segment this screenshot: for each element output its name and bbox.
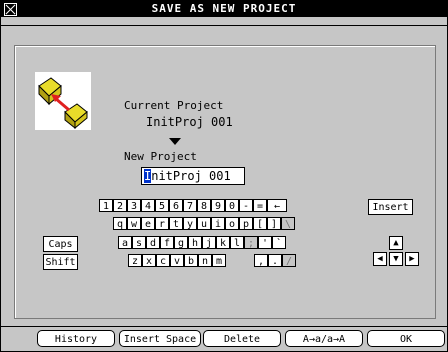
triangle-down-icon (169, 138, 181, 145)
key-row3-1[interactable]: s (132, 236, 146, 249)
save-dialog: SAVE AS NEW PROJECT Current Project Init… (0, 0, 448, 352)
key-row3-7[interactable]: k (216, 236, 230, 249)
key-row4-0[interactable]: z (128, 254, 142, 267)
key-row4-9: / (282, 254, 296, 267)
save-project-icon (35, 72, 91, 130)
new-project-name-field[interactable]: InitProj 001 (141, 167, 245, 185)
key-row1-5[interactable]: 6 (169, 199, 183, 212)
key-row4-1[interactable]: x (142, 254, 156, 267)
key-row1-4[interactable]: 5 (155, 199, 169, 212)
key-row4-2[interactable]: c (156, 254, 170, 267)
key-row1-8[interactable]: 9 (211, 199, 225, 212)
current-project-name: InitProj 001 (146, 115, 233, 129)
key-row2-8[interactable]: o (225, 217, 239, 230)
key-row1-10[interactable]: - (239, 199, 253, 212)
key-row3-10[interactable]: ' (258, 236, 272, 249)
key-row1-6[interactable]: 7 (183, 199, 197, 212)
insert-key[interactable]: Insert (368, 199, 413, 215)
key-row2-2[interactable]: e (141, 217, 155, 230)
caps-key[interactable]: Caps (43, 236, 78, 252)
key-row2-0[interactable]: q (113, 217, 127, 230)
key-row3-9: ; (244, 236, 258, 249)
new-project-label: New Project (124, 150, 197, 163)
key-row4-5[interactable]: n (198, 254, 212, 267)
key-row3-5[interactable]: h (188, 236, 202, 249)
case-toggle-button[interactable]: A→a/a→A (285, 330, 363, 347)
key-row2-4[interactable]: t (169, 217, 183, 230)
key-row3-3[interactable]: f (160, 236, 174, 249)
key-row3-6[interactable]: j (202, 236, 216, 249)
key-row4-4[interactable]: b (184, 254, 198, 267)
key-row2-12: \ (281, 217, 295, 230)
key-row1-11[interactable]: = (253, 199, 267, 212)
key-row2-6[interactable]: u (197, 217, 211, 230)
key-row3-11[interactable]: ` (272, 236, 286, 249)
insert-space-button[interactable]: Insert Space (119, 330, 201, 347)
key-row3-2[interactable]: d (146, 236, 160, 249)
key-row2-10[interactable]: [ (253, 217, 267, 230)
shift-key[interactable]: Shift (43, 254, 78, 270)
delete-button[interactable]: Delete (203, 330, 281, 347)
arrow-left-icon[interactable]: ◀ (373, 252, 387, 266)
key-row1-1[interactable]: 2 (113, 199, 127, 212)
key-row2-7[interactable]: i (211, 217, 225, 230)
key-row1-9[interactable]: 0 (225, 199, 239, 212)
key-row1-2[interactable]: 3 (127, 199, 141, 212)
arrow-up-icon[interactable]: ▲ (389, 236, 403, 250)
key-row2-5[interactable]: y (183, 217, 197, 230)
arrow-right-icon[interactable]: ▶ (405, 252, 419, 266)
new-project-name-rest: nitProj 001 (151, 169, 231, 183)
key-row4-8[interactable]: . (268, 254, 282, 267)
key-row2-11[interactable]: ] (267, 217, 281, 230)
key-row1-3[interactable]: 4 (141, 199, 155, 212)
footer-divider (1, 326, 447, 327)
key-row4-6[interactable]: m (212, 254, 226, 267)
key-row4-3[interactable]: v (170, 254, 184, 267)
key-row2-3[interactable]: r (155, 217, 169, 230)
title-bar: SAVE AS NEW PROJECT (1, 1, 447, 17)
key-row3-8[interactable]: l (230, 236, 244, 249)
history-button[interactable]: History (37, 330, 115, 347)
current-project-label: Current Project (124, 99, 224, 112)
divider (1, 25, 447, 26)
key-row1-0[interactable]: 1 (99, 199, 113, 212)
key-row4-7[interactable]: , (254, 254, 268, 267)
key-row1-7[interactable]: 8 (197, 199, 211, 212)
dialog-title: SAVE AS NEW PROJECT (151, 2, 297, 15)
key-row3-0[interactable]: a (118, 236, 132, 249)
ok-button[interactable]: OK (367, 330, 445, 347)
key-row2-9[interactable]: p (239, 217, 253, 230)
key-row2-1[interactable]: w (127, 217, 141, 230)
key-row3-4[interactable]: g (174, 236, 188, 249)
arrow-down-icon[interactable]: ▼ (389, 252, 403, 266)
key-row1-12[interactable]: ← (267, 199, 287, 212)
